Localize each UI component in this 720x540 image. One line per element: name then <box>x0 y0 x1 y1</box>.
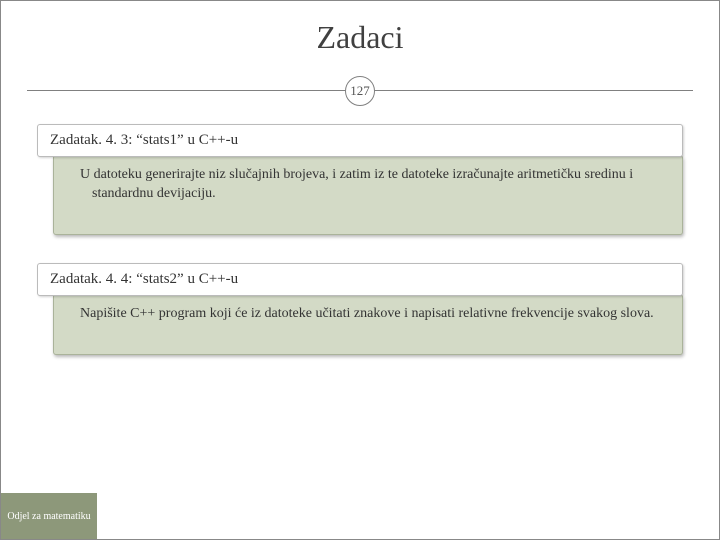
task-heading: Zadatak. 4. 4: “stats2” u C++-u <box>37 263 683 296</box>
page-title: Zadaci <box>1 1 719 56</box>
task-heading: Zadatak. 4. 3: “stats1” u C++-u <box>37 124 683 157</box>
task-body: Napišite C++ program koji će iz datoteke… <box>53 294 683 355</box>
slide: Zadaci 127 Zadatak. 4. 3: “stats1” u C++… <box>0 0 720 540</box>
content-area: Zadatak. 4. 3: “stats1” u C++-u U datote… <box>1 106 719 355</box>
task-body: U datoteku generirajte niz slučajnih bro… <box>53 155 683 235</box>
task-block: Zadatak. 4. 4: “stats2” u C++-u Napišite… <box>37 263 683 355</box>
task-block: Zadatak. 4. 3: “stats1” u C++-u U datote… <box>37 124 683 235</box>
title-divider: 127 <box>1 76 719 106</box>
footer-badge: Odjel za matematiku <box>1 493 97 539</box>
page-number-badge: 127 <box>345 76 375 106</box>
